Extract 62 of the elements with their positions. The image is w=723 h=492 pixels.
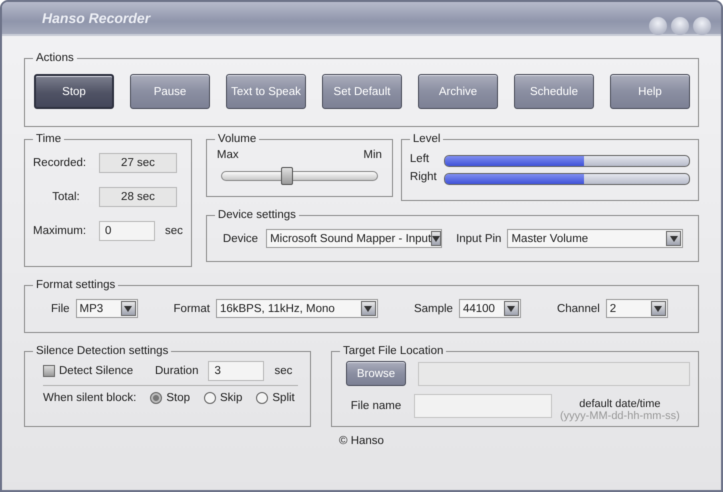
device-label: Device (222, 232, 258, 244)
radio-option[interactable]: Stop (150, 392, 190, 404)
field-label: Sample (414, 302, 453, 314)
group-label: Actions (35, 52, 75, 64)
unit-label: sec (165, 225, 183, 237)
dropdown-arrow-icon (654, 306, 662, 312)
action-button[interactable]: Stop (34, 74, 114, 109)
unit-label: sec (274, 365, 292, 377)
copyright-text: © Hanso (339, 435, 384, 447)
group-label: Level (412, 133, 442, 145)
maximum-field[interactable]: 0 (99, 221, 155, 241)
path-field[interactable] (418, 362, 690, 386)
maximize-button[interactable] (671, 17, 689, 35)
hint-text: default date/time (579, 398, 661, 410)
silent-block-label: When silent block: (43, 392, 136, 404)
min-label: Min (363, 149, 382, 161)
pattern-text: (yyyy-MM-dd-hh-mm-ss) (560, 410, 680, 422)
checkbox-icon[interactable] (43, 365, 55, 377)
minimize-button[interactable] (649, 17, 667, 35)
input-pin-dropdown[interactable]: Master Volume (507, 229, 684, 248)
format-dropdown[interactable]: 16kBPS, 11kHz, Mono (216, 299, 378, 318)
group-label: Silence Detection settings (35, 345, 170, 357)
channel-label: Right (410, 171, 438, 183)
recorded-label: Recorded: (33, 157, 88, 169)
group-label: Volume (216, 133, 258, 145)
max-label: Max (216, 149, 239, 161)
dropdown-arrow-icon (670, 236, 678, 242)
file-name-label: File name (350, 400, 402, 412)
dropdown-arrow-icon (364, 306, 372, 312)
volume-slider[interactable] (220, 167, 378, 185)
format-dropdown[interactable]: MP3 (76, 299, 138, 318)
dropdown-arrow-icon (432, 236, 440, 242)
radio-option[interactable]: Split (256, 392, 295, 404)
radio-icon[interactable] (150, 392, 162, 404)
radio-icon[interactable] (256, 392, 268, 404)
group-label: Device settings (216, 209, 297, 221)
close-button[interactable] (693, 17, 711, 35)
field-label: Channel (556, 302, 600, 314)
detect-silence-checkbox[interactable]: Detect Silence (43, 365, 155, 377)
field-label: Format (174, 302, 210, 314)
format-dropdown[interactable]: 44100 (458, 299, 521, 318)
slider-thumb[interactable] (280, 167, 293, 185)
channel-label: Left (410, 153, 430, 165)
device-dropdown[interactable]: Microsoft Sound Mapper - Input (266, 229, 442, 248)
window-title: Hanso Recorder (42, 10, 150, 26)
input-pin-label: Input Pin (456, 232, 502, 244)
field-label: File (51, 302, 70, 314)
format-dropdown[interactable]: 2 (606, 299, 668, 318)
maximum-label: Maximum: (33, 225, 88, 237)
radio-icon[interactable] (204, 392, 216, 404)
dropdown-arrow-icon (124, 306, 132, 312)
recorded-field: 27 sec (99, 153, 177, 173)
radio-option[interactable]: Skip (204, 392, 242, 404)
duration-label: Duration (155, 365, 198, 377)
file-name-field[interactable] (414, 394, 552, 418)
total-label: Total: (51, 191, 81, 203)
group-label: Time (35, 133, 62, 145)
duration-field[interactable]: 3 (208, 361, 264, 381)
group-label: Format settings (35, 279, 116, 291)
total-field: 28 sec (99, 187, 177, 207)
group-label: Target File Location (342, 345, 444, 357)
dropdown-arrow-icon (507, 306, 516, 312)
